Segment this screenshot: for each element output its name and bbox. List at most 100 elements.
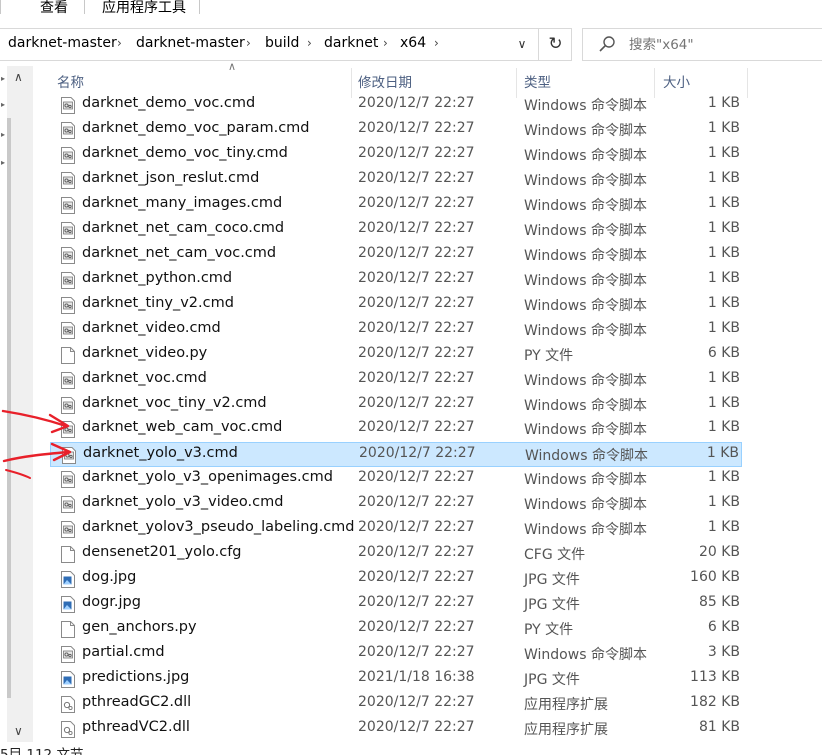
ribbon-divider <box>0 0 1 14</box>
column-type[interactable]: 类型 <box>524 68 551 94</box>
file-date: 2020/12/7 22:27 <box>359 445 476 462</box>
file-row[interactable]: darknet_demo_voc_param.cmd 2020/12/7 22:2… <box>50 118 742 143</box>
column-date[interactable]: 修改日期 <box>358 68 412 94</box>
file-type: Windows 命令脚本 <box>524 98 647 114</box>
file-name: pthreadGC2.dll <box>82 694 192 711</box>
file-row[interactable]: dogr.jpg 2020/12/7 22:27 JPG 文件 85 KB <box>50 592 742 617</box>
breadcrumb-chevron-icon[interactable]: › <box>117 36 122 50</box>
file-name: darknet_net_cam_voc.cmd <box>82 244 277 261</box>
file-date: 2020/12/7 22:27 <box>358 95 475 111</box>
scroll-down-icon[interactable]: ∨ <box>14 724 23 738</box>
file-name: darknet_video.cmd <box>82 319 221 336</box>
expand-arrow-icon[interactable]: ▸ <box>1 130 5 139</box>
file-row[interactable]: darknet_net_cam_coco.cmd 2020/12/7 22:27 W… <box>50 218 742 243</box>
search-input[interactable] <box>629 33 809 57</box>
file-row[interactable]: darknet_voc_tiny_v2.cmd 2020/12/7 22:27 Wi… <box>50 393 742 418</box>
file-name: darknet_yolo_v3.cmd <box>83 445 238 462</box>
address-bar[interactable]: darknet-master › darknet-master › build … <box>0 28 572 61</box>
file-date: 2020/12/7 22:27 <box>358 644 475 661</box>
file-type: JPG 文件 <box>524 672 580 689</box>
file-date: 2020/12/7 22:27 <box>358 494 475 511</box>
breadcrumb-chevron-icon[interactable]: › <box>246 36 251 50</box>
file-row[interactable]: darknet_many_images.cmd 2020/12/7 22:27 Wi… <box>50 193 742 218</box>
file-date: 2020/12/7 22:27 <box>358 269 475 286</box>
file-size: 1 KB <box>707 119 740 136</box>
file-row[interactable]: pthreadGC2.dll 2020/12/7 22:27 应用程序扩展 182 K… <box>50 692 742 717</box>
tab-view[interactable]: 查看 <box>40 0 68 17</box>
blank-file-icon <box>60 546 76 564</box>
cmd-file-icon <box>60 171 76 189</box>
file-size: 1 KB <box>707 419 740 436</box>
file-row[interactable]: gen_anchors.py 2020/12/7 22:27 PY 文件 6 KB <box>50 617 742 642</box>
file-row[interactable]: darknet_net_cam_voc.cmd 2020/12/7 22:27 Wi… <box>50 243 742 268</box>
column-size[interactable]: 大小 <box>663 68 690 94</box>
file-type: Windows 命令脚本 <box>524 197 647 214</box>
file-name: gen_anchors.py <box>82 619 197 636</box>
vertical-scrollbar[interactable]: ∧ ∨ <box>7 66 33 742</box>
file-size: 1 KB <box>707 519 740 536</box>
breadcrumb-chevron-icon[interactable]: › <box>383 36 388 50</box>
file-row[interactable]: darknet_demo_voc.cmd 2020/12/7 22:27 Windo… <box>50 93 742 118</box>
tab-app-tools[interactable]: 应用程序工具 <box>102 0 186 17</box>
file-name: darknet_demo_voc_param.cmd <box>82 119 310 136</box>
scrollbar-thumb[interactable] <box>7 118 11 698</box>
refresh-icon[interactable]: ↻ <box>538 29 572 60</box>
file-row[interactable]: darknet_tiny_v2.cmd 2020/12/7 22:27 Window… <box>50 293 742 318</box>
cmd-file-icon <box>60 321 76 339</box>
file-row[interactable]: darknet_python.cmd 2020/12/7 22:27 Windows… <box>50 268 742 293</box>
file-row[interactable]: darknet_video.cmd 2020/12/7 22:27 Windows … <box>50 318 742 343</box>
file-name: darknet_net_cam_coco.cmd <box>82 219 285 236</box>
file-size: 1 KB <box>707 369 740 386</box>
file-date: 2020/12/7 22:27 <box>358 369 475 386</box>
file-row[interactable]: darknet_voc.cmd 2020/12/7 22:27 Windows 命令… <box>50 368 742 393</box>
column-name[interactable]: 名称 <box>57 68 84 94</box>
file-name: darknet_python.cmd <box>82 269 233 286</box>
file-date: 2020/12/7 22:27 <box>358 219 475 236</box>
file-row[interactable]: pthreadVC2.dll 2020/12/7 22:27 应用程序扩展 81 KB <box>50 717 742 742</box>
expand-arrow-icon[interactable]: ▸ <box>1 100 5 109</box>
search-box[interactable] <box>582 28 822 61</box>
file-row[interactable]: partial.cmd 2020/12/7 22:27 Windows 命令脚本 3 … <box>50 642 742 667</box>
chevron-down-icon[interactable]: ∨ <box>512 33 532 55</box>
file-type: Windows 命令脚本 <box>524 172 647 189</box>
breadcrumb-item[interactable]: darknet <box>324 35 378 51</box>
file-row-selected[interactable]: darknet_yolo_v3.cmd 2020/12/7 22:27 Window… <box>50 442 742 468</box>
breadcrumb-item[interactable]: x64 <box>400 35 426 51</box>
file-date: 2020/12/7 22:27 <box>358 619 475 636</box>
breadcrumb-item[interactable]: darknet-master <box>136 35 245 51</box>
status-bar: 5目 112 文节 <box>0 747 84 755</box>
cmd-file-icon <box>60 471 76 489</box>
file-size: 182 KB <box>690 694 740 711</box>
file-name: dogr.jpg <box>82 594 141 611</box>
cmd-file-icon <box>60 421 76 439</box>
file-type: Windows 命令脚本 <box>524 647 647 664</box>
file-row[interactable]: darknet_json_reslut.cmd 2020/12/7 22:27 Wi… <box>50 168 742 193</box>
file-row[interactable]: densenet201_yolo.cfg 2020/12/7 22:27 CFG 文… <box>50 542 742 567</box>
scroll-up-icon[interactable]: ∧ <box>14 70 23 84</box>
file-row[interactable]: darknet_yolo_v3_openimages.cmd 2020/12/7 … <box>50 467 742 492</box>
file-date: 2020/12/7 22:27 <box>358 119 475 136</box>
file-row[interactable]: darknet_demo_voc_tiny.cmd 2020/12/7 22:27… <box>50 143 742 168</box>
file-date: 2020/12/7 22:27 <box>358 319 475 336</box>
expand-arrow-icon[interactable]: ▸ <box>1 158 5 167</box>
expand-arrow-icon[interactable]: ▸ <box>1 74 5 83</box>
column-divider[interactable] <box>747 68 748 98</box>
file-row[interactable]: darknet_yolo_v3_video.cmd 2020/12/7 22:27… <box>50 492 742 517</box>
search-icon <box>599 36 615 52</box>
breadcrumb-item[interactable]: build <box>265 35 299 51</box>
file-row[interactable]: darknet_yolov3_pseudo_labeling.cmd 2020/1… <box>50 517 742 542</box>
file-row[interactable]: dog.jpg 2020/12/7 22:27 JPG 文件 160 KB <box>50 567 742 592</box>
file-row[interactable]: darknet_web_cam_voc.cmd 2020/12/7 22:27 Wi… <box>50 417 742 442</box>
file-size: 6 KB <box>707 344 740 361</box>
breadcrumb-item[interactable]: darknet-master <box>8 35 117 51</box>
file-type: JPG 文件 <box>524 572 580 589</box>
cmd-file-icon <box>60 496 76 514</box>
dll-file-icon <box>60 696 76 714</box>
file-size: 20 KB <box>698 544 740 561</box>
file-row[interactable]: darknet_video.py 2020/12/7 22:27 PY 文件 6 KB <box>50 343 742 368</box>
file-type: 应用程序扩展 <box>524 697 608 714</box>
breadcrumb-chevron-icon[interactable]: › <box>307 36 312 50</box>
breadcrumb-chevron-icon[interactable]: › <box>434 36 439 50</box>
file-type: 应用程序扩展 <box>524 722 608 738</box>
file-row[interactable]: predictions.jpg 2021/1/18 16:38 JPG 文件 113 … <box>50 667 742 692</box>
